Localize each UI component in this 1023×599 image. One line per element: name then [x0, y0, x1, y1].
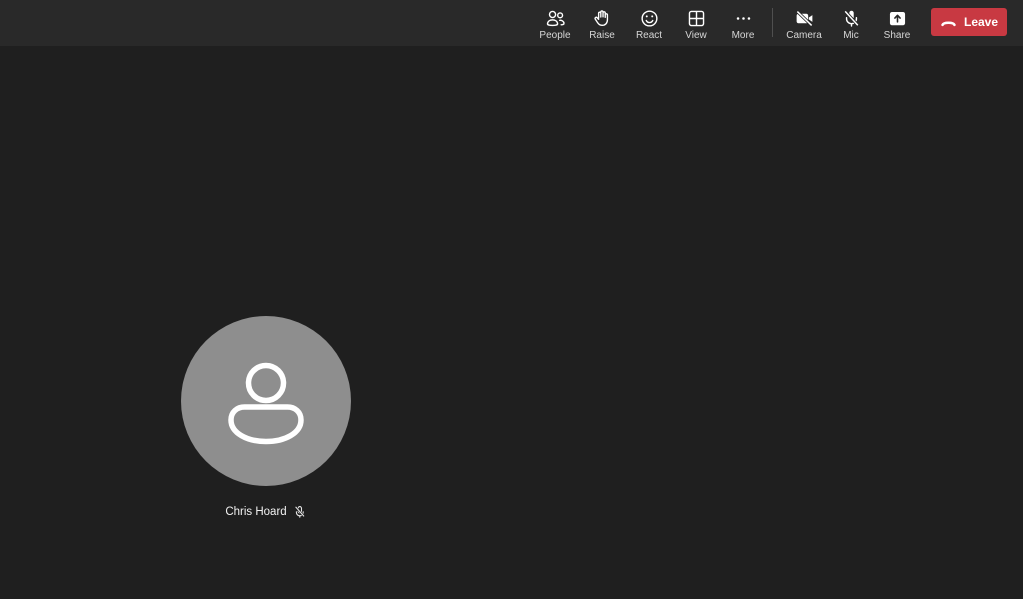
mic-toggle-button[interactable]: Mic: [828, 0, 874, 46]
camera-toggle-button[interactable]: Camera: [781, 0, 827, 46]
person-icon: [181, 316, 351, 486]
share-button-label: Share: [883, 30, 911, 41]
meeting-window: People Raise React View More Camera Mic …: [0, 0, 1023, 599]
view-button-label: View: [685, 30, 707, 41]
raise-hand-button[interactable]: Raise: [579, 0, 625, 46]
view-button[interactable]: View: [673, 0, 719, 46]
meeting-stage: Chris Hoard: [0, 46, 1023, 599]
people-button-label: People: [539, 30, 571, 41]
meeting-toolbar: People Raise React View More Camera Mic …: [0, 0, 1023, 46]
camera-button-label: Camera: [786, 30, 822, 41]
raise-hand-icon: [592, 7, 613, 29]
participant-mic-muted-icon: [293, 505, 307, 519]
mic-off-icon: [841, 7, 862, 29]
raise-hand-button-label: Raise: [589, 30, 615, 41]
mic-button-label: Mic: [843, 30, 859, 41]
more-dots-icon: [733, 7, 754, 29]
hangup-phone-icon: [940, 17, 957, 28]
react-button-label: React: [635, 30, 663, 41]
view-grid-icon: [686, 7, 707, 29]
share-screen-icon: [887, 7, 908, 29]
react-button[interactable]: React: [626, 0, 672, 46]
participant-nameplate: Chris Hoard: [181, 504, 351, 520]
toolbar-divider: [772, 8, 773, 37]
leave-button-label: Leave: [963, 15, 999, 29]
participant-name: Chris Hoard: [225, 506, 287, 518]
more-button-label: More: [731, 30, 755, 41]
react-smiley-icon: [639, 7, 660, 29]
people-button[interactable]: People: [532, 0, 578, 46]
camera-off-icon: [794, 7, 815, 29]
more-button[interactable]: More: [720, 0, 766, 46]
leave-button[interactable]: Leave: [931, 8, 1007, 36]
participant-avatar: [181, 316, 351, 486]
people-icon: [545, 7, 566, 29]
share-button[interactable]: Share: [874, 0, 920, 46]
